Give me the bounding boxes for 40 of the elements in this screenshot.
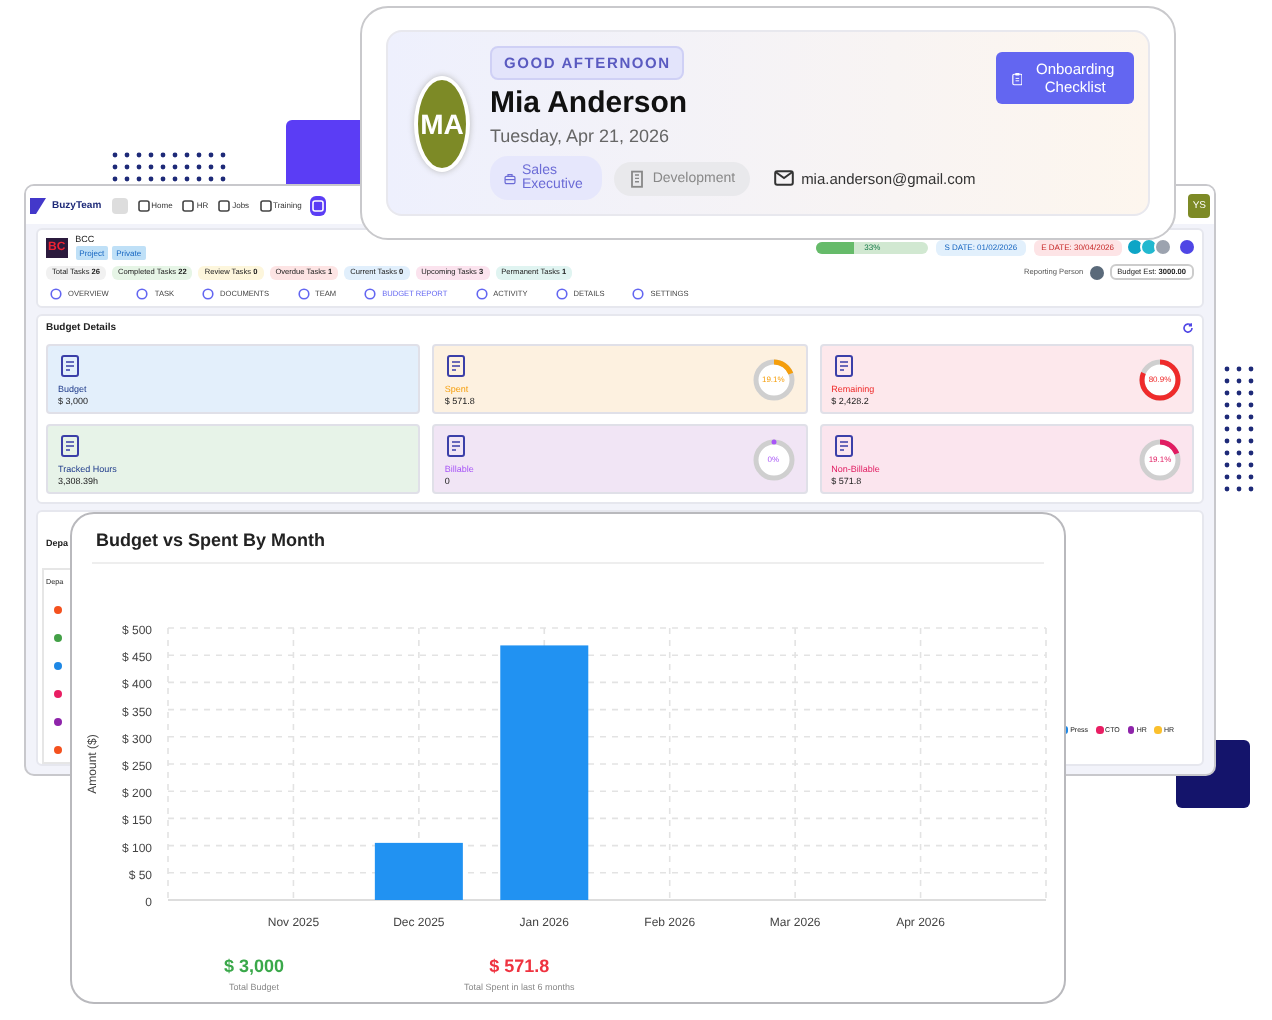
circle-icon <box>202 288 215 300</box>
briefcase-icon <box>503 169 516 187</box>
progress-ring <box>1137 357 1182 401</box>
refresh-icon[interactable] <box>1182 322 1194 334</box>
document-icon <box>831 353 856 377</box>
nav-item[interactable] <box>309 195 326 215</box>
progress-ring <box>751 357 796 401</box>
progress-ring <box>751 437 796 481</box>
circle-icon <box>297 288 310 300</box>
summary-value: $ 571.8 <box>489 956 550 976</box>
circle-icon <box>475 288 488 300</box>
document-icon <box>831 433 856 457</box>
square-icon <box>218 199 231 211</box>
circle-icon <box>50 288 62 300</box>
square-icon <box>311 199 324 211</box>
document-icon <box>444 433 469 457</box>
building-icon <box>628 169 647 187</box>
progress-ring <box>1137 437 1182 481</box>
chart-title: Budget vs Spent By Month <box>92 514 1044 564</box>
avatar-icon <box>1089 265 1104 279</box>
bar <box>374 842 463 900</box>
date-text: Tuesday, Apr 21, 2026 <box>489 126 670 146</box>
clipboard-icon <box>1011 67 1023 89</box>
square-icon <box>137 199 150 211</box>
circle-icon <box>136 288 149 300</box>
avatar: MA <box>414 75 470 171</box>
square-icon <box>182 199 195 211</box>
square-icon <box>259 199 272 211</box>
document-icon <box>58 433 82 457</box>
document-icon <box>58 353 82 377</box>
sidebar-toggle[interactable] <box>111 197 128 213</box>
user-name: Mia Anderson <box>489 86 688 120</box>
circle-icon <box>555 288 568 300</box>
document-icon <box>444 353 469 377</box>
circle-icon <box>632 288 645 300</box>
logo-icon <box>30 197 46 213</box>
summary-value: $ 3,000 <box>224 956 285 976</box>
add-member-icon[interactable] <box>1180 240 1194 254</box>
mail-icon <box>773 170 794 186</box>
circle-icon <box>364 288 377 300</box>
